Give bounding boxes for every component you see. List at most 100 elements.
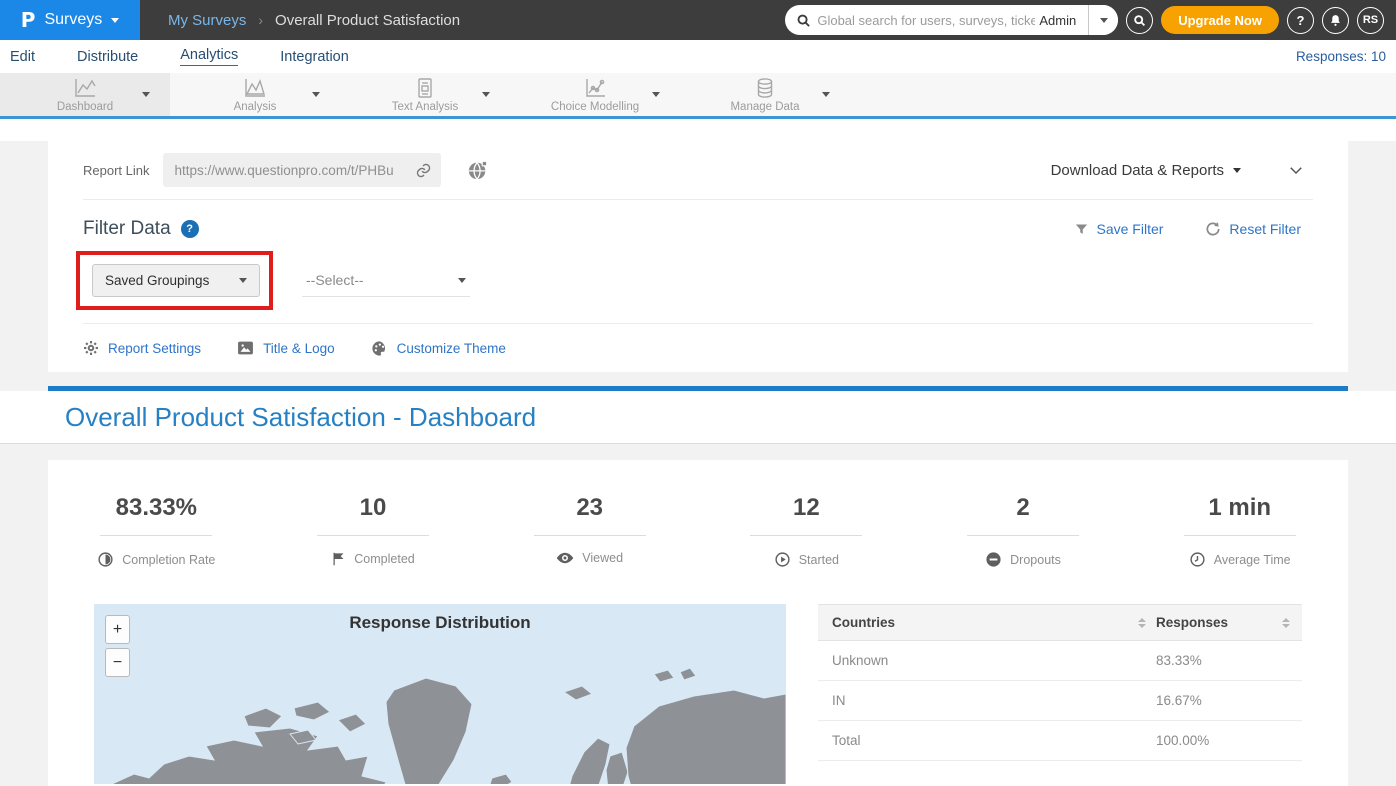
responses-count[interactable]: Responses: 10: [1296, 49, 1386, 64]
chevron-down-icon: [239, 278, 247, 283]
stats-row: 83.33% Completion Rate 10 Completed 23 V…: [48, 460, 1348, 568]
saved-groupings-dropdown[interactable]: Saved Groupings: [92, 264, 260, 297]
global-search-input[interactable]: [817, 13, 1035, 28]
response-distribution-map[interactable]: Response Distribution + −: [94, 604, 786, 784]
breadcrumb-my-surveys[interactable]: My Surveys: [168, 12, 246, 29]
help-button[interactable]: ?: [1287, 7, 1314, 34]
grouping-select-dropdown[interactable]: --Select--: [302, 264, 470, 297]
quick-search-button[interactable]: [1126, 7, 1153, 34]
eye-icon: [556, 551, 574, 565]
stat-label: Dropouts: [1010, 553, 1061, 567]
download-label: Download Data & Reports: [1051, 162, 1224, 179]
divider: [534, 535, 646, 536]
nav-item-analytics[interactable]: Analytics: [180, 47, 238, 66]
collapse-panel-button[interactable]: [1287, 161, 1305, 179]
divider: [750, 535, 862, 536]
completion-rate-icon: [97, 551, 114, 568]
report-toolbar-card: Report Link https://www.questionpro.com/…: [48, 141, 1348, 372]
share-report-button[interactable]: [467, 159, 489, 181]
stat-label: Viewed: [582, 551, 623, 565]
palette-icon: [371, 340, 388, 357]
tab-manage-data[interactable]: Manage Data: [680, 73, 850, 116]
tab-choice-modelling[interactable]: Choice Modelling: [510, 73, 680, 116]
search-scope-label: Admin: [1035, 13, 1088, 28]
report-settings-button[interactable]: Report Settings: [83, 340, 201, 356]
search-icon: [796, 13, 811, 28]
spacer: [0, 444, 1396, 460]
countries-table-header: Countries Responses: [818, 604, 1302, 641]
spacer: [0, 119, 1396, 141]
divider: [967, 535, 1079, 536]
question-mark-icon: ?: [1297, 13, 1305, 28]
reset-filter-button[interactable]: Reset Filter: [1205, 221, 1301, 237]
stat-value: 2: [1016, 494, 1029, 522]
customize-theme-button[interactable]: Customize Theme: [371, 340, 506, 357]
chevron-down-icon[interactable]: [142, 92, 150, 97]
line-chart-icon: [242, 77, 268, 99]
chevron-down-icon: [458, 278, 466, 283]
country-name: Total: [832, 733, 861, 748]
divider: [100, 535, 212, 536]
grouping-select-placeholder: --Select--: [306, 272, 458, 288]
tab-label: Manage Data: [730, 101, 799, 113]
map-and-table-row: Response Distribution + −: [48, 604, 1348, 784]
save-filter-button[interactable]: Save Filter: [1074, 221, 1164, 237]
breadcrumb: My Surveys › Overall Product Satisfactio…: [168, 12, 460, 29]
chevron-down-icon: [111, 18, 119, 23]
play-circle-icon: [774, 551, 791, 568]
tab-label: Dashboard: [57, 101, 113, 113]
document-icon: [414, 77, 436, 99]
divider: [317, 535, 429, 536]
link-icon: [415, 162, 432, 179]
filter-help-button[interactable]: ?: [181, 220, 199, 238]
questionpro-logo-icon: P: [21, 8, 36, 32]
notifications-button[interactable]: [1322, 7, 1349, 34]
map-zoom-in-button[interactable]: +: [105, 615, 130, 644]
chevron-down-icon[interactable]: [482, 92, 490, 97]
report-settings-label: Report Settings: [108, 341, 201, 356]
global-search-box[interactable]: Admin: [785, 5, 1118, 35]
breadcrumb-separator-icon: ›: [258, 12, 263, 28]
image-icon: [237, 340, 254, 356]
stat-viewed: 23 Viewed: [481, 494, 698, 568]
database-icon: [754, 77, 776, 99]
map-zoom-out-button[interactable]: −: [105, 648, 130, 677]
chevron-down-icon: [1287, 161, 1305, 179]
stat-value: 1 min: [1208, 494, 1271, 522]
page-title: Overall Product Satisfaction - Dashboard: [65, 402, 536, 433]
sort-icon[interactable]: [1282, 618, 1290, 628]
analytics-tab-strip: Dashboard Analysis Text Analysis Choice …: [0, 73, 1396, 119]
chevron-down-icon[interactable]: [822, 92, 830, 97]
sort-icon[interactable]: [1138, 618, 1146, 628]
report-link-input[interactable]: https://www.questionpro.com/t/PHBu: [163, 153, 441, 187]
title-logo-button[interactable]: Title & Logo: [237, 340, 335, 356]
stat-average-time: 1 min Average Time: [1131, 494, 1348, 568]
country-name: Unknown: [832, 653, 888, 668]
title-logo-label: Title & Logo: [263, 341, 335, 356]
nav-item-edit[interactable]: Edit: [10, 49, 35, 65]
nav-item-integration[interactable]: Integration: [280, 49, 349, 65]
responses-column-header[interactable]: Responses: [1156, 615, 1228, 630]
surveys-product-menu[interactable]: P Surveys: [0, 0, 140, 40]
tab-text-analysis[interactable]: Text Analysis: [340, 73, 510, 116]
stat-dropouts: 2 Dropouts: [915, 494, 1132, 568]
chevron-down-icon[interactable]: [312, 92, 320, 97]
country-name: IN: [832, 693, 846, 708]
tab-label: Choice Modelling: [551, 101, 639, 113]
customize-theme-label: Customize Theme: [397, 341, 506, 356]
survey-nav: Edit Distribute Analytics Integration Re…: [0, 40, 1396, 73]
download-data-reports-menu[interactable]: Download Data & Reports: [1051, 162, 1241, 179]
tab-dashboard[interactable]: Dashboard: [0, 73, 170, 116]
filter-data-title: Filter Data: [83, 218, 171, 240]
gear-icon: [83, 340, 99, 356]
divider: [1184, 535, 1296, 536]
tab-analysis[interactable]: Analysis: [170, 73, 340, 116]
countries-column-header[interactable]: Countries: [832, 615, 895, 630]
chevron-down-icon[interactable]: [652, 92, 660, 97]
topbar-actions: Admin Upgrade Now ? RS: [785, 5, 1396, 35]
search-scope-dropdown[interactable]: [1088, 5, 1118, 35]
upgrade-now-button[interactable]: Upgrade Now: [1161, 6, 1279, 34]
avatar[interactable]: RS: [1357, 7, 1384, 34]
breadcrumb-current-survey: Overall Product Satisfaction: [275, 12, 460, 29]
nav-item-distribute[interactable]: Distribute: [77, 49, 138, 65]
